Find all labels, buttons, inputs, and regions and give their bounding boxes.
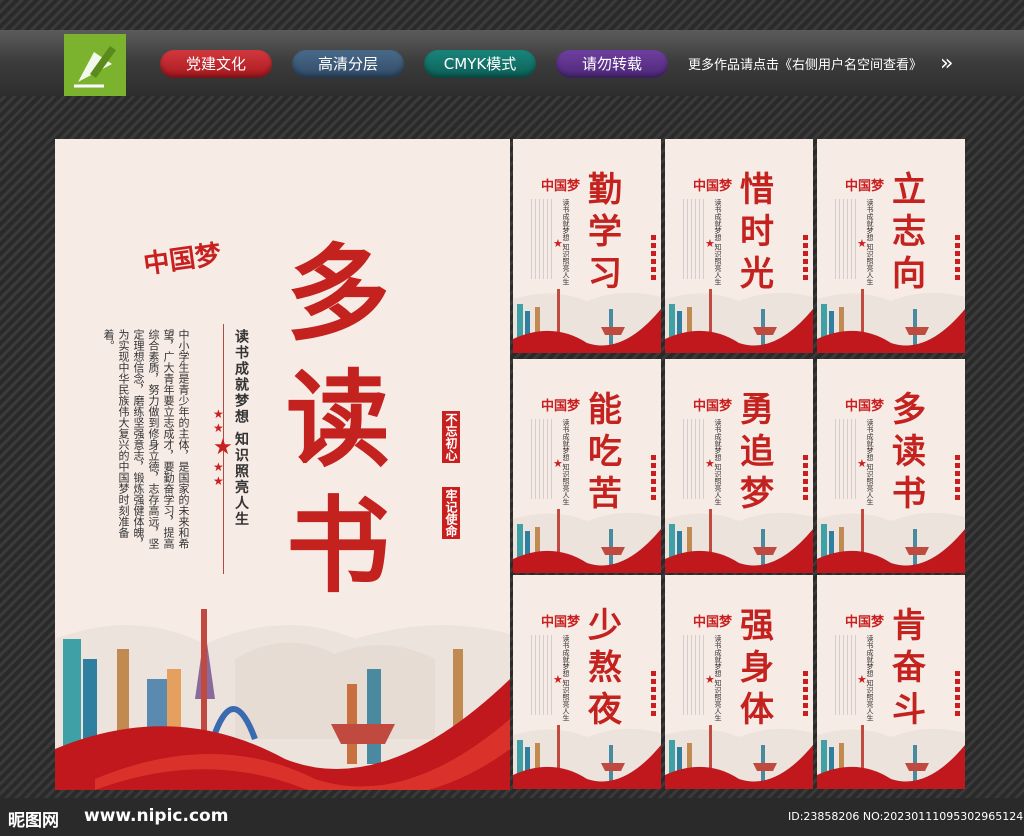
mini-body-text (683, 635, 705, 715)
site-url[interactable]: www.nipic.com (84, 806, 228, 826)
star-icon: ★ (553, 237, 563, 250)
mini-body-text (531, 199, 553, 279)
double-arrow-icon[interactable]: » (940, 51, 953, 76)
mini-body-text (531, 419, 553, 499)
tag-hd-layers: 高清分层 (292, 50, 404, 78)
mini-poster-title: 少熬夜 (588, 606, 622, 730)
mini-seal (651, 235, 656, 281)
mini-poster: 中国梦 读书成就梦想 知识照亮人生 ★ 多读书 (817, 359, 965, 573)
mini-poster: 中国梦 读书成就梦想 知识照亮人生 ★ 勤学习 (513, 139, 661, 353)
mini-seal (955, 455, 960, 501)
mini-poster: 中国梦 读书成就梦想 知识照亮人生 ★ 勇追梦 (665, 359, 813, 573)
tag-no-repost: 请勿转载 (556, 50, 668, 78)
mini-poster: 中国梦 读书成就梦想 知识照亮人生 ★ 惜时光 (665, 139, 813, 353)
mini-body-text (835, 635, 857, 715)
mini-poster-title: 惜时光 (740, 170, 774, 294)
site-name: 昵图网 (8, 811, 59, 831)
tag-cmyk: CMYK模式 (424, 50, 536, 78)
star-icon: ★ (705, 457, 715, 470)
mini-poster: 中国梦 读书成就梦想 知识照亮人生 ★ 立志向 (817, 139, 965, 353)
mini-poster: 中国梦 读书成就梦想 知识照亮人生 ★ 强身体 (665, 575, 813, 789)
seal-keep-mission: 牢记使命 (442, 487, 460, 539)
mini-seal (955, 671, 960, 717)
mini-seal (803, 235, 808, 281)
tag-party-culture: 党建文化 (160, 50, 272, 78)
star-icon: ★ (553, 457, 563, 470)
star-icon: ★ (857, 673, 867, 686)
mini-body-text (835, 199, 857, 279)
more-works-link[interactable]: 更多作品请点击《右侧用户名空间查看》 (688, 54, 922, 73)
mini-poster-title: 肯奋斗 (892, 606, 926, 730)
star-icon: ★ (705, 673, 715, 686)
mini-poster-title: 强身体 (740, 606, 774, 730)
mini-seal (955, 235, 960, 281)
mini-body-text (531, 635, 553, 715)
mini-body-text (683, 199, 705, 279)
mini-body-text (683, 419, 705, 499)
mini-poster-title: 能吃苦 (588, 390, 622, 514)
mini-poster-title: 勤学习 (588, 170, 622, 294)
mini-poster-title: 勇追梦 (740, 390, 774, 514)
star-icon: ★ (553, 673, 563, 686)
star-icon: ★ (857, 457, 867, 470)
star-icon: ★ (857, 237, 867, 250)
mini-poster: 中国梦 读书成就梦想 知识照亮人生 ★ 少熬夜 (513, 575, 661, 789)
poster-slogan: 读书成就梦想 知识照亮人生 (233, 329, 249, 528)
star-icon: ★ ★ ★ ★ ★ (213, 407, 233, 488)
mini-seal (803, 455, 808, 501)
mini-seal (651, 455, 656, 501)
mini-poster-title: 多读书 (892, 390, 926, 514)
main-poster: 中国梦 ★ ★ ★ ★ ★ 读书成就梦想 知识照亮人生 中小学生是青少年的主体，是国家的… (55, 139, 510, 790)
site-logo[interactable] (64, 34, 126, 96)
mini-poster: 中国梦 读书成就梦想 知识照亮人生 ★ 能吃苦 (513, 359, 661, 573)
mini-seal (651, 671, 656, 717)
mini-body-text (835, 419, 857, 499)
mini-poster: 中国梦 读书成就梦想 知识照亮人生 ★ 肯奋斗 (817, 575, 965, 789)
mini-poster-title: 立志向 (892, 170, 926, 294)
poster-title: 多读书 (285, 232, 390, 607)
star-icon: ★ (705, 237, 715, 250)
mini-seal (803, 671, 808, 717)
seal-stay-true: 不忘初心 (442, 411, 460, 463)
image-id-text: ID:23858206 NO:20230111095302965124 (788, 810, 1024, 823)
poster-body-text: 中小学生是青少年的主体，是国家的未来和希望，广大青年要立志成才，要勤奋学习，提高… (102, 329, 190, 549)
